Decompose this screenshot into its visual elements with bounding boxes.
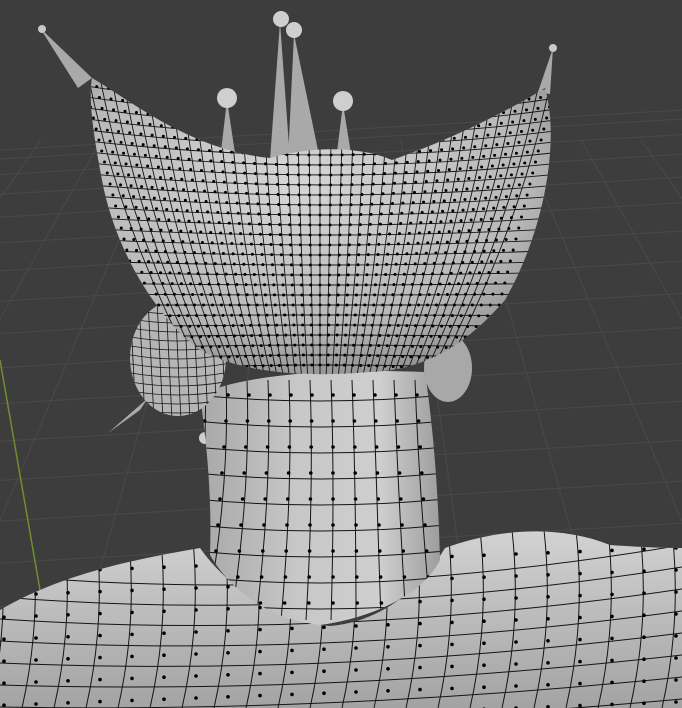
viewport-scene[interactable] bbox=[0, 0, 682, 708]
3d-viewport[interactable] bbox=[0, 0, 682, 708]
bone-joint[interactable] bbox=[333, 91, 353, 111]
bone-joint[interactable] bbox=[217, 88, 237, 108]
bone-ear-left[interactable] bbox=[40, 28, 92, 88]
bone-ear-right[interactable] bbox=[538, 48, 553, 94]
bone-joint[interactable] bbox=[273, 11, 289, 27]
y-axis-line bbox=[0, 359, 41, 591]
bone-head-top-2[interactable] bbox=[288, 34, 320, 160]
bone-jaw[interactable] bbox=[108, 398, 148, 433]
bone-head-top-1[interactable] bbox=[270, 22, 290, 160]
bone-joint[interactable] bbox=[549, 44, 557, 52]
bone-joint[interactable] bbox=[286, 22, 302, 38]
bone-joint[interactable] bbox=[38, 25, 46, 33]
